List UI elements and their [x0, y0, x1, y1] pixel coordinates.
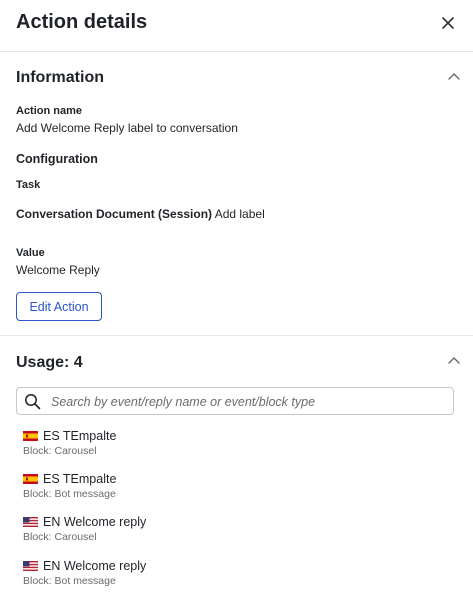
usage-item-type: Block: Carousel — [23, 445, 97, 457]
task-object: Conversation Document (Session) — [16, 207, 213, 221]
panel-header: Action details — [0, 0, 473, 52]
usage-list-item[interactable]: ES TEmpalte Block: Carousel — [23, 429, 443, 463]
usage-item-name: ES TEmpalte — [43, 472, 117, 486]
usage-title: Usage: 4 — [16, 354, 83, 371]
usage-item-type: Block: Bot message — [23, 575, 116, 587]
search-icon — [25, 394, 41, 410]
us-flag-icon — [23, 517, 38, 527]
configuration-title: Configuration — [16, 152, 98, 166]
usage-item-name: ES TEmpalte — [43, 429, 117, 443]
task-operation: Add label — [214, 207, 265, 221]
search-box[interactable] — [16, 387, 454, 415]
usage-list-item[interactable]: EN Welcome reply Block: Bot message — [23, 559, 443, 593]
information-title: Information — [16, 69, 104, 86]
edit-action-button[interactable]: Edit Action — [16, 292, 102, 321]
action-name-label: Action name — [16, 105, 83, 117]
usage-list-item[interactable]: EN Welcome reply Block: Carousel — [23, 515, 443, 549]
task-row: Conversation Document (Session) Add labe… — [16, 207, 265, 221]
es-flag-icon — [23, 474, 38, 484]
task-label: Task — [16, 179, 41, 191]
action-name-value: Add Welcome Reply label to conversation — [16, 121, 238, 135]
es-flag-icon — [23, 431, 38, 441]
close-icon[interactable] — [439, 14, 457, 32]
usage-item-name: EN Welcome reply — [43, 559, 147, 573]
us-flag-icon — [23, 561, 38, 571]
usage-item-type: Block: Carousel — [23, 531, 97, 543]
value-label: Value — [16, 247, 45, 259]
chevron-up-icon[interactable] — [447, 356, 461, 366]
usage-item-name: EN Welcome reply — [43, 515, 147, 529]
usage-list-item[interactable]: ES TEmpalte Block: Bot message — [23, 472, 443, 506]
usage-section: Usage: 4 ES TEmpalte Block: Carousel ES … — [0, 336, 473, 600]
search-input[interactable] — [51, 392, 447, 412]
value-value: Welcome Reply — [16, 263, 100, 277]
chevron-up-icon[interactable] — [447, 72, 461, 82]
panel-title: Action details — [16, 11, 148, 33]
usage-item-type: Block: Bot message — [23, 488, 116, 500]
information-section: Information Action name Add Welcome Repl… — [0, 52, 473, 336]
